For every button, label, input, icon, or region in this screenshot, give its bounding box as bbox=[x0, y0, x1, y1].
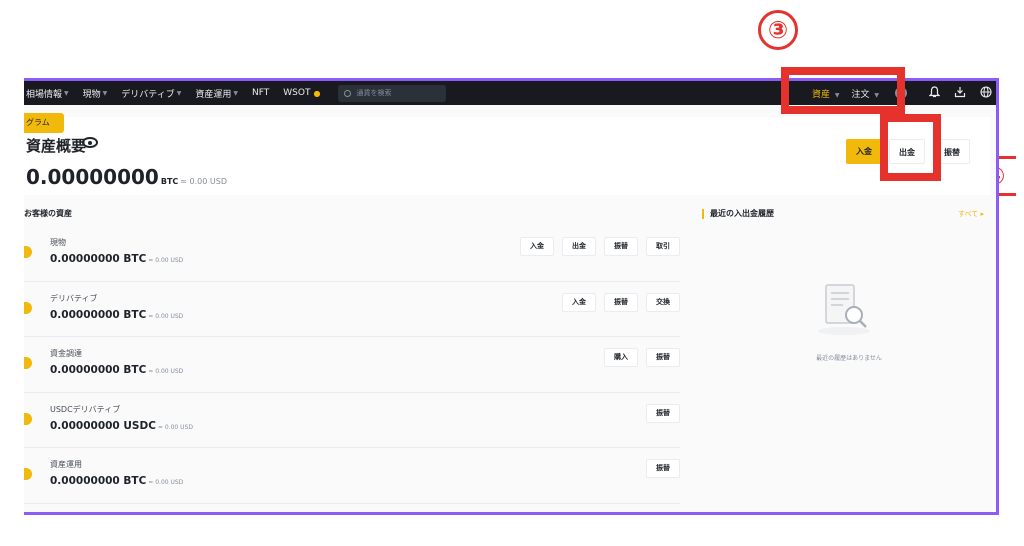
wallet-overview-frame: 相場情報 ▼ 現物 ▼ デリバティブ ▼ 資産運用 ▼ NFT WSOT ● 通貨を検索 … bbox=[24, 78, 999, 515]
account-usd: ≈ 0.00 USD bbox=[148, 312, 184, 320]
account-amount: 0.00000000 BTC ≈ 0.00 USD bbox=[50, 475, 183, 487]
account-amount-value: 0.00000000 BTC bbox=[50, 308, 147, 321]
transfer-button[interactable]: 振替 bbox=[604, 292, 638, 312]
row-actions: 購入 振替 bbox=[596, 348, 680, 367]
account-amount-value: 0.00000000 BTC bbox=[50, 253, 147, 265]
nav-item-nft[interactable]: NFT bbox=[252, 88, 269, 98]
globe-icon[interactable] bbox=[973, 85, 996, 101]
nav-item-label: デリバティブ bbox=[121, 89, 175, 100]
wallet-icon bbox=[24, 412, 32, 425]
nav-item-label: 相場情報 bbox=[26, 89, 63, 100]
chevron-down-icon: ▼ bbox=[102, 89, 108, 97]
chevron-down-icon: ▼ bbox=[233, 89, 239, 97]
transfer-button[interactable]: 振替 bbox=[646, 459, 680, 478]
transfer-button[interactable]: 振替 bbox=[646, 348, 680, 367]
empty-history-text: 最近の履歴はありません bbox=[816, 355, 882, 362]
list-item: USDCデリバティブ 0.00000000 USDC ≈ 0.00 USD 振替 bbox=[24, 393, 680, 448]
step-3-annotation: ③ bbox=[758, 10, 798, 50]
bell-icon-glyph bbox=[928, 85, 940, 97]
highlight-withdraw-button bbox=[880, 114, 941, 181]
account-usd: ≈ 0.00 USD bbox=[157, 423, 193, 431]
account-name: USDCデリバティブ bbox=[50, 404, 121, 414]
flame-icon: ● bbox=[313, 88, 321, 98]
page-title: 資産概要 bbox=[26, 137, 87, 155]
nav-item-label: NFT bbox=[252, 88, 270, 98]
wallet-icon bbox=[24, 468, 32, 480]
row-actions: 振替 bbox=[638, 459, 680, 478]
holdings-title: お客様の資産 bbox=[24, 209, 72, 218]
account-amount: 0.00000000 BTC ≈ 0.00 USD bbox=[50, 364, 183, 376]
transfer-button[interactable]: 振替 bbox=[604, 237, 638, 256]
row-actions: 振替 bbox=[638, 403, 680, 423]
convert-button[interactable]: 交換 bbox=[646, 292, 680, 312]
bell-icon[interactable] bbox=[921, 85, 947, 101]
account-amount: 0.00000000 USDC ≈ 0.00 USD bbox=[50, 420, 193, 432]
total-balance-usd: ≈ 0.00 USD bbox=[180, 177, 227, 186]
trade-button[interactable]: 取引 bbox=[646, 237, 680, 256]
list-item: 現物 0.00000000 BTC ≈ 0.00 USD 入金 出金 振替 取引 bbox=[24, 226, 680, 282]
wallet-icon bbox=[24, 357, 32, 369]
search-placeholder: 通貨を検索 bbox=[356, 89, 392, 97]
account-usd: ≈ 0.00 USD bbox=[148, 257, 184, 264]
account-name: 現物 bbox=[50, 238, 66, 247]
nav-item-spot[interactable]: 現物 ▼ bbox=[83, 87, 108, 100]
program-tab-badge[interactable]: グラム bbox=[24, 113, 64, 133]
holdings-list: 現物 0.00000000 BTC ≈ 0.00 USD 入金 出金 振替 取引 … bbox=[24, 226, 680, 504]
row-actions: 入金 振替 交換 bbox=[554, 292, 680, 312]
empty-history-icon bbox=[818, 284, 870, 335]
screenshot-root: ③ ④ 相場情報▼ 現物▼ デリバティブ▼ 資産運用▼ NFT WSOT● 通貨… bbox=[0, 0, 1024, 546]
nav-item-label: WSOT bbox=[283, 88, 311, 98]
download-icon-glyph bbox=[954, 86, 966, 97]
recent-accent-bar bbox=[702, 209, 704, 219]
nav-item-label: 資産運用 bbox=[195, 89, 232, 100]
account-amount: 0.00000000 BTC ≈ 0.00 USD bbox=[50, 253, 183, 265]
nav-item-label: 現物 bbox=[82, 89, 101, 100]
account-usd: ≈ 0.00 USD bbox=[148, 368, 184, 375]
eye-icon[interactable] bbox=[82, 137, 98, 148]
account-amount-value: 0.00000000 BTC bbox=[50, 364, 147, 376]
view-all-link[interactable]: すべて ▸ bbox=[958, 209, 984, 219]
nav-item-derivatives[interactable]: デリバティブ ▼ bbox=[121, 87, 181, 100]
highlight-assets-menu bbox=[781, 67, 905, 114]
account-name: 資産運用 bbox=[50, 460, 82, 469]
asset-overview-card: 資産概要 0.00000000 BTC ≈ 0.00 USD 入金 出金 振替 bbox=[24, 117, 990, 195]
wallet-icon bbox=[24, 246, 32, 258]
list-item: 資金調達 0.00000000 BTC ≈ 0.00 USD 購入 振替 bbox=[24, 337, 680, 393]
nav-item-markets[interactable]: 相場情報 ▼ bbox=[26, 87, 69, 100]
account-amount-value: 0.00000000 USDC bbox=[50, 419, 156, 432]
account-amount-value: 0.00000000 BTC bbox=[50, 475, 147, 487]
list-item: 資産運用 0.00000000 BTC ≈ 0.00 USD 振替 bbox=[24, 448, 680, 504]
deposit-button[interactable]: 入金 bbox=[846, 139, 882, 164]
total-balance-value: 0.00000000 bbox=[26, 165, 159, 189]
account-usd: ≈ 0.00 USD bbox=[148, 479, 184, 486]
account-name: デリバティブ bbox=[50, 293, 98, 303]
total-balance: 0.00000000 BTC ≈ 0.00 USD bbox=[26, 165, 227, 189]
deposit-button[interactable]: 入金 bbox=[520, 237, 554, 256]
list-item: デリバティブ 0.00000000 BTC ≈ 0.00 USD 入金 振替 交換 bbox=[24, 282, 680, 337]
nav-item-wsot[interactable]: WSOT ● bbox=[283, 88, 320, 98]
globe-icon-glyph bbox=[980, 85, 992, 98]
withdraw-button[interactable]: 出金 bbox=[562, 237, 596, 256]
search-icon bbox=[344, 89, 352, 97]
download-icon[interactable] bbox=[947, 86, 973, 101]
chevron-down-icon: ▼ bbox=[176, 89, 182, 97]
total-balance-unit: BTC bbox=[160, 177, 179, 186]
chevron-down-icon: ▼ bbox=[64, 89, 69, 97]
transfer-button[interactable]: 振替 bbox=[646, 403, 680, 423]
account-name: 資金調達 bbox=[50, 349, 82, 358]
nav-item-earn[interactable]: 資産運用 ▼ bbox=[195, 87, 238, 100]
search-input[interactable]: 通貨を検索 bbox=[338, 84, 447, 102]
buy-button[interactable]: 購入 bbox=[604, 348, 638, 367]
recent-history-title: 最近の入出金履歴 bbox=[710, 209, 774, 218]
account-amount: 0.00000000 BTC ≈ 0.00 USD bbox=[50, 309, 183, 321]
row-actions: 入金 出金 振替 取引 bbox=[512, 237, 680, 256]
deposit-button[interactable]: 入金 bbox=[562, 292, 596, 312]
wallet-icon bbox=[24, 301, 32, 314]
